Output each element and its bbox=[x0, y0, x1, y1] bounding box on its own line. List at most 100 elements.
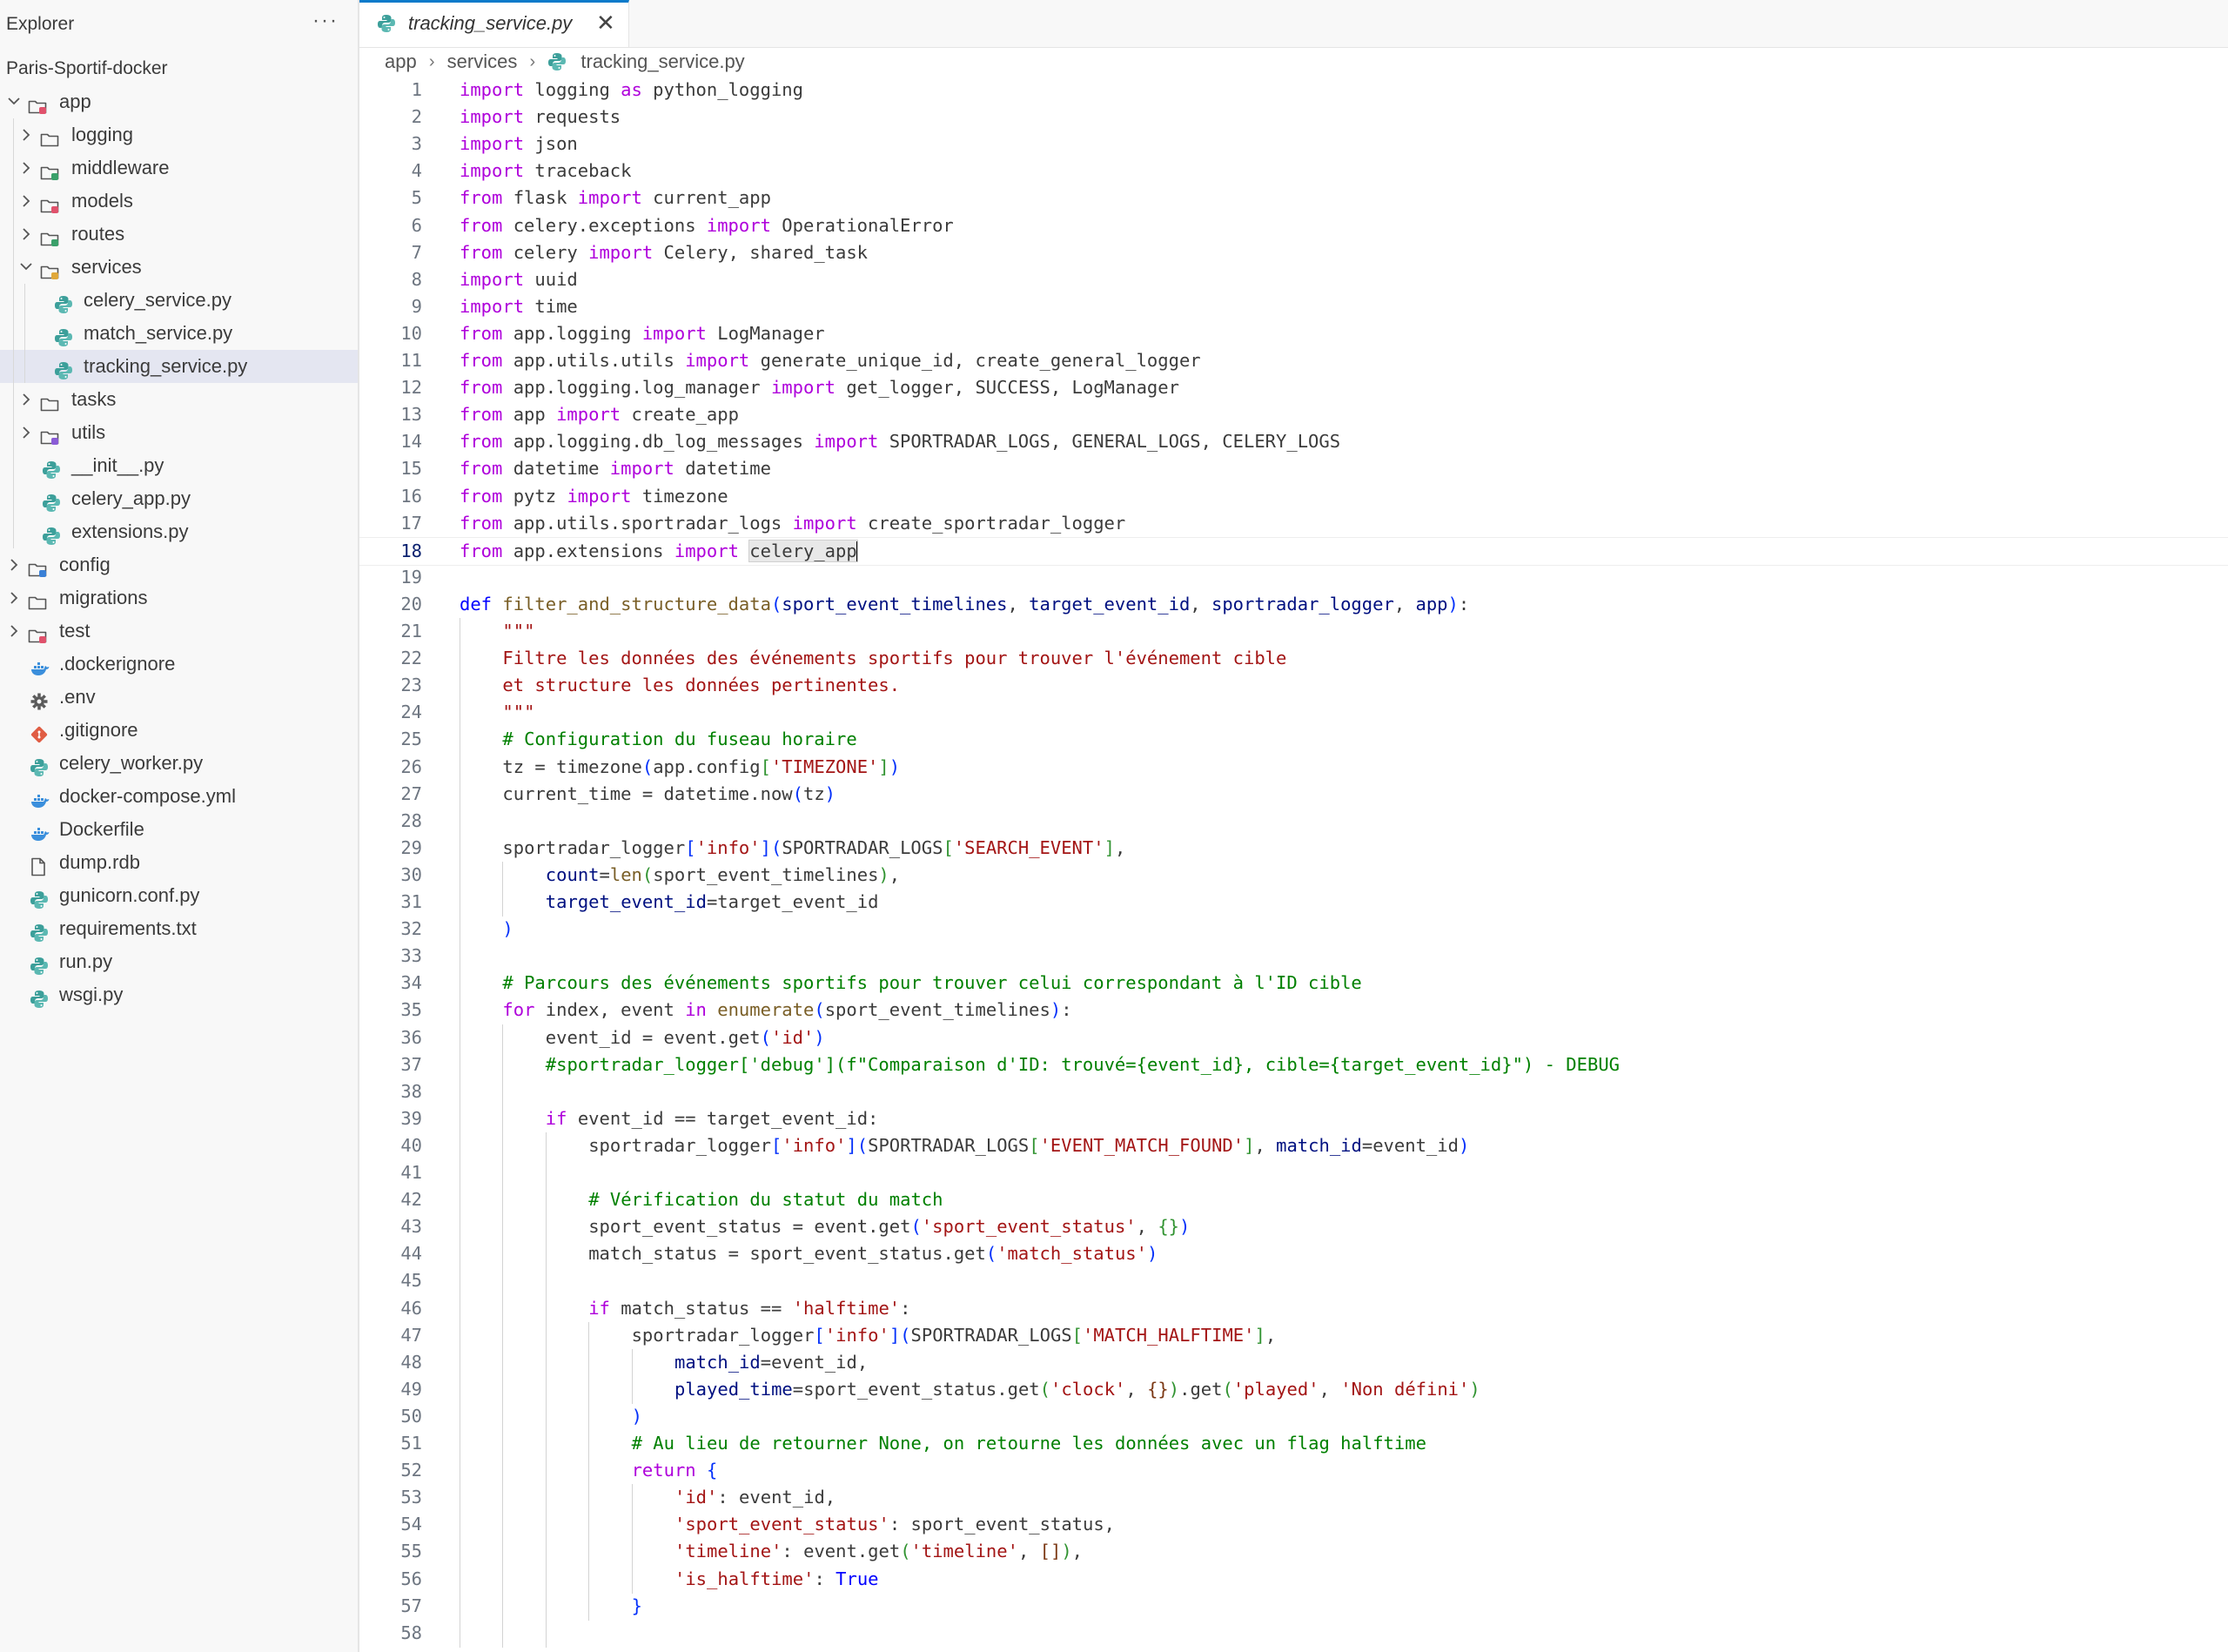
code-line[interactable]: 30 count=len(sport_event_timelines), bbox=[359, 861, 2228, 890]
code-line[interactable]: 38 bbox=[359, 1078, 2228, 1106]
code-line[interactable]: 27 current_time = datetime.now(tz) bbox=[359, 780, 2228, 809]
tree-item-docker-compose-yml[interactable]: docker-compose.yml bbox=[0, 780, 358, 813]
code-line[interactable]: 32) bbox=[359, 916, 2228, 944]
tree-item-tracking-service-py[interactable]: tracking_service.py bbox=[0, 350, 358, 383]
code-line[interactable]: 47 sportradar_logger['info'](SPORTRADAR_L… bbox=[359, 1321, 2228, 1350]
line-number: 58 bbox=[400, 1622, 422, 1643]
code-line[interactable]: 13 from app import create_app bbox=[359, 401, 2228, 428]
tree-item-dump-rdb[interactable]: dump.rdb bbox=[0, 846, 358, 879]
code-line[interactable]: 33 bbox=[359, 943, 2228, 971]
tab-tracking-service[interactable]: tracking_service.py ✕ bbox=[359, 0, 629, 47]
code-line[interactable]: 22 Filtre les données des événements spor… bbox=[359, 645, 2228, 674]
tree-item-app[interactable]: app bbox=[0, 85, 358, 118]
code-line[interactable]: 19 bbox=[359, 564, 2228, 591]
code-line[interactable]: 44 match_status = sport_event_status.get(… bbox=[359, 1240, 2228, 1269]
tree-item-match-service-py[interactable]: match_service.py bbox=[0, 317, 358, 350]
code-token: create_sportradar_logger bbox=[856, 512, 1126, 534]
code-line[interactable]: 41 bbox=[359, 1159, 2228, 1187]
code-line[interactable]: 14 from app.logging.db_log_messages impor… bbox=[359, 428, 2228, 455]
code-line[interactable]: 17 from app.utils.sportradar_logs import … bbox=[359, 510, 2228, 537]
tree-item-gitignore[interactable]: .gitignore bbox=[0, 714, 358, 747]
close-icon[interactable]: ✕ bbox=[596, 10, 615, 37]
tree-item-requirements-txt[interactable]: requirements.txt bbox=[0, 912, 358, 945]
code-line[interactable]: 18 from app.extensions import celery_app bbox=[359, 536, 2228, 566]
code-line[interactable]: 12 from app.logging.log_manager import ge… bbox=[359, 374, 2228, 401]
code-line[interactable]: 6 from celery.exceptions import Operation… bbox=[359, 212, 2228, 239]
tree-item-dockerfile[interactable]: Dockerfile bbox=[0, 813, 358, 846]
code-line[interactable]: 58 bbox=[359, 1619, 2228, 1648]
tree-item-celery-app-py[interactable]: celery_app.py bbox=[0, 482, 358, 515]
tree-item-celery-service-py[interactable]: celery_service.py bbox=[0, 284, 358, 317]
code-line[interactable]: 49 played_time=sport_event_status.get('cl… bbox=[359, 1375, 2228, 1404]
code-line[interactable]: 45 bbox=[359, 1267, 2228, 1296]
tree-item-extensions-py[interactable]: extensions.py bbox=[0, 515, 358, 548]
code-line[interactable]: 2 import requests bbox=[359, 104, 2228, 131]
tree-item-gunicorn-conf-py[interactable]: gunicorn.conf.py bbox=[0, 879, 358, 912]
code-line[interactable]: 1 import logging as python_logging bbox=[359, 77, 2228, 104]
breadcrumb-item-app[interactable]: app bbox=[385, 50, 417, 72]
tree-item-tasks[interactable]: tasks bbox=[0, 383, 358, 416]
code-line[interactable]: 52 return { bbox=[359, 1457, 2228, 1486]
code-line[interactable]: 8 import uuid bbox=[359, 266, 2228, 293]
tree-item-run-py[interactable]: run.py bbox=[0, 945, 358, 978]
code-line[interactable]: 23 et structure les données pertinentes. bbox=[359, 672, 2228, 701]
tree-item-migrations[interactable]: migrations bbox=[0, 581, 358, 614]
tree-item-env[interactable]: .env bbox=[0, 681, 358, 714]
code-line[interactable]: 36 event_id = event.get('id') bbox=[359, 1024, 2228, 1052]
tree-item-wsgi-py[interactable]: wsgi.py bbox=[0, 978, 358, 1011]
code-line[interactable]: 37 #sportradar_logger['debug'](f"Comparai… bbox=[359, 1051, 2228, 1079]
tree-item-dockerignore[interactable]: .dockerignore bbox=[0, 648, 358, 681]
code-line[interactable]: 40 sportradar_logger['info'](SPORTRADAR_L… bbox=[359, 1132, 2228, 1160]
code-line[interactable]: 51 # Au lieu de retourner None, on retour… bbox=[359, 1430, 2228, 1458]
tree-item-logging[interactable]: logging bbox=[0, 118, 358, 151]
code-line[interactable]: 21 """ bbox=[359, 618, 2228, 646]
code-line[interactable]: 50) bbox=[359, 1402, 2228, 1431]
code-line[interactable]: 48 match_id=event_id, bbox=[359, 1348, 2228, 1377]
code-line[interactable]: 9 import time bbox=[359, 293, 2228, 320]
code-line[interactable]: 34 # Parcours des événements sportifs pou… bbox=[359, 970, 2228, 998]
code-line[interactable]: 29 sportradar_logger['info'](SPORTRADAR_L… bbox=[359, 834, 2228, 863]
tree-item-routes[interactable]: routes bbox=[0, 218, 358, 251]
code-line[interactable]: 5 from flask import current_app bbox=[359, 185, 2228, 212]
line-number: 57 bbox=[400, 1595, 422, 1616]
code-line[interactable]: 11 from app.utils.utils import generate_u… bbox=[359, 347, 2228, 374]
code-line[interactable]: 42 # Vérification du statut du match bbox=[359, 1186, 2228, 1215]
code-line[interactable]: 57} bbox=[359, 1592, 2228, 1621]
code-line[interactable]: 15 from datetime import datetime bbox=[359, 455, 2228, 482]
code-line[interactable]: 26 tz = timezone(app.config['TIMEZONE']) bbox=[359, 753, 2228, 782]
code-line[interactable]: 16 from pytz import timezone bbox=[359, 483, 2228, 510]
tree-item-test[interactable]: test bbox=[0, 614, 358, 648]
code-line[interactable]: 4 import traceback bbox=[359, 158, 2228, 185]
code-line[interactable]: 53 'id': event_id, bbox=[359, 1484, 2228, 1513]
code-line[interactable]: 3 import json bbox=[359, 131, 2228, 158]
tree-item-middleware[interactable]: middleware bbox=[0, 151, 358, 185]
tree-item-celery-worker-py[interactable]: celery_worker.py bbox=[0, 747, 358, 780]
code-line[interactable]: 55'timeline': event.get('timeline', []), bbox=[359, 1538, 2228, 1567]
code-line[interactable]: 54 'sport_event_status': sport_event_stat… bbox=[359, 1511, 2228, 1540]
tree-item-services[interactable]: services bbox=[0, 251, 358, 284]
code-text: """ bbox=[502, 618, 534, 645]
breadcrumb-item-file[interactable]: tracking_service.py bbox=[580, 50, 744, 72]
code-line[interactable]: 43 sport_event_status = event.get('sport_… bbox=[359, 1213, 2228, 1242]
tree-item-models[interactable]: models bbox=[0, 185, 358, 218]
code-line[interactable]: 46 if match_status == 'halftime': bbox=[359, 1294, 2228, 1323]
code-line[interactable]: 35 for index, event in enumerate(sport_ev… bbox=[359, 997, 2228, 1025]
breadcrumb-item-services[interactable]: services bbox=[447, 50, 518, 72]
code-line[interactable]: 28 bbox=[359, 807, 2228, 836]
file-tree: app logging middleware models routes services… bbox=[0, 85, 358, 1011]
code-line[interactable]: 39 if event_id == target_event_id: bbox=[359, 1105, 2228, 1133]
tree-item-utils[interactable]: utils bbox=[0, 416, 358, 449]
tree-item-config[interactable]: config bbox=[0, 548, 358, 581]
tree-item-init-py[interactable]: __init__.py bbox=[0, 449, 358, 482]
code-line[interactable]: 31 target_event_id=target_event_id bbox=[359, 889, 2228, 917]
code-line[interactable]: 25 # Configuration du fuseau horaire bbox=[359, 726, 2228, 755]
project-name[interactable]: Paris-Sportif-docker bbox=[6, 58, 168, 79]
code-editor[interactable]: 1 import logging as python_logging 2 import… bbox=[359, 77, 2228, 1652]
code-line[interactable]: 20 def filter_and_structure_data(sport_ev… bbox=[359, 591, 2228, 618]
code-line[interactable]: 56 'is_halftime': True bbox=[359, 1565, 2228, 1594]
more-actions-icon[interactable]: ··· bbox=[312, 9, 339, 33]
indent-guide bbox=[545, 1321, 547, 1350]
code-line[interactable]: 10 from app.logging import LogManager bbox=[359, 320, 2228, 347]
code-line[interactable]: 7 from celery import Celery, shared_task bbox=[359, 239, 2228, 266]
code-line[interactable]: 24 """ bbox=[359, 699, 2228, 728]
